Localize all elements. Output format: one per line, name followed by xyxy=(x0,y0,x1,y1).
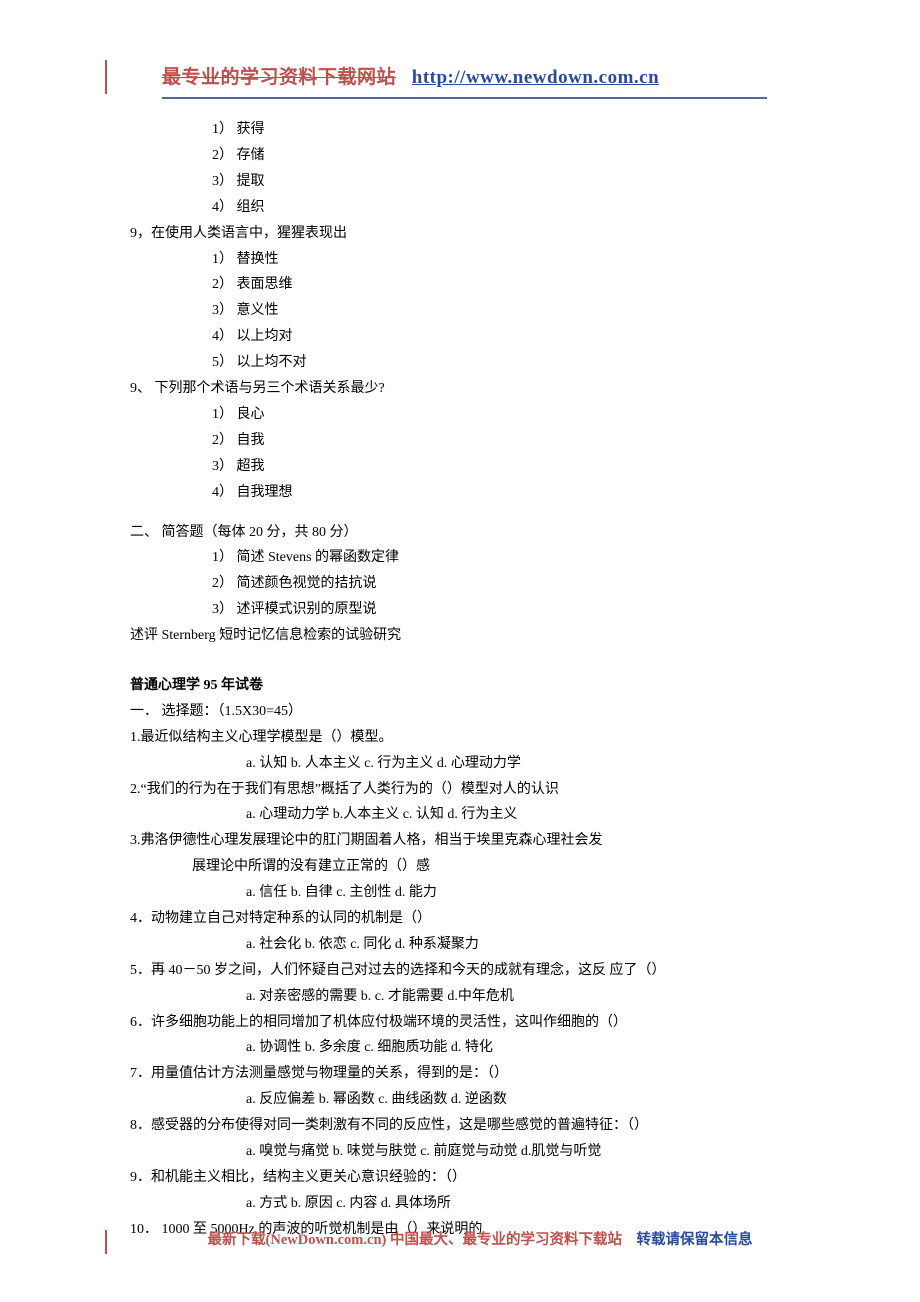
text-line: 3.弗洛伊德性心理发展理论中的肛门期固着人格，相当于埃里克森心理社会发 xyxy=(130,828,800,854)
text-line: a. 心理动力学 b.人本主义 c. 认知 d. 行为主义 xyxy=(130,802,800,828)
document-body: 1） 获得2） 存储3） 提取4） 组织9，在使用人类语言中，猩猩表现出1） 替… xyxy=(130,117,800,1242)
text-line: 2） 表面思维 xyxy=(130,272,800,298)
text-line: 述评 Sternberg 短时记忆信息检索的试验研究 xyxy=(130,623,800,649)
text-line: 1） 良心 xyxy=(130,402,800,428)
text-line: a. 认知 b. 人本主义 c. 行为主义 d. 心理动力学 xyxy=(130,751,800,777)
text-line: 1） 替换性 xyxy=(130,247,800,273)
text-line: 4） 以上均对 xyxy=(130,324,800,350)
text-line: 展理论中所谓的没有建立正常的（）感 xyxy=(130,854,800,880)
text-line: 1.最近似结构主义心理学模型是（）模型。 xyxy=(130,725,800,751)
text-line: 3） 提取 xyxy=(130,169,800,195)
text-line: 9、 下列那个术语与另三个术语关系最少? xyxy=(130,376,800,402)
text-line: 8．感受器的分布使得对同一类刺激有不同的反应性，这是哪些感觉的普遍特征：（） xyxy=(130,1113,800,1139)
text-line: 普通心理学 95 年试卷 xyxy=(130,673,800,699)
text-line: 2） 存储 xyxy=(130,143,800,169)
text-line: 3） 述评模式识别的原型说 xyxy=(130,597,800,623)
header-site-label: 最专业的学习资料下载网站 xyxy=(162,67,396,88)
text-line: 6．许多细胞功能上的相同增加了机体应付极端环境的灵活性，这叫作细胞的（） xyxy=(130,1010,800,1036)
text-line: 3） 意义性 xyxy=(130,298,800,324)
footer-text-2: 转载请保留本信息 xyxy=(636,1232,752,1248)
text-line: 4） 组织 xyxy=(130,195,800,221)
text-line: 4．动物建立自己对特定种系的认同的机制是（） xyxy=(130,906,800,932)
page-header: 最专业的学习资料下载网站 http://www.newdown.com.cn xyxy=(162,60,800,95)
text-line: 2） 自我 xyxy=(130,428,800,454)
text-line: a. 对亲密感的需要 b. c. 才能需要 d.中年危机 xyxy=(130,984,800,1010)
text-line: 3） 超我 xyxy=(130,454,800,480)
text-line: 7．用量值估计方法测量感觉与物理量的关系，得到的是：（） xyxy=(130,1061,800,1087)
text-line: a. 反应偏差 b. 幂函数 c. 曲线函数 d. 逆函数 xyxy=(130,1087,800,1113)
text-line: a. 嗅觉与痛觉 b. 味觉与肤觉 c. 前庭觉与动觉 d.肌觉与听觉 xyxy=(130,1139,800,1165)
text-line: 一． 选择题：（1.5X30=45） xyxy=(130,699,800,725)
left-margin-bar xyxy=(105,60,107,94)
header-underline xyxy=(162,97,767,99)
text-line: 二、 简答题（每体 20 分，共 80 分） xyxy=(130,520,800,546)
text-line: 4） 自我理想 xyxy=(130,480,800,506)
text-line: 5） 以上均不对 xyxy=(130,350,800,376)
text-line: 9，在使用人类语言中，猩猩表现出 xyxy=(130,221,800,247)
text-line: 1） 简述 Stevens 的幂函数定律 xyxy=(130,545,800,571)
footer-text-1: 最新下载(NewDown.com.cn) 中国最大、最专业的学习资料下载站 xyxy=(208,1232,622,1248)
text-line: 9．和机能主义相比，结构主义更关心意识经验的：（） xyxy=(130,1165,800,1191)
blank-line xyxy=(130,506,800,520)
left-margin-bar-footer xyxy=(105,1230,107,1254)
text-line: a. 协调性 b. 多余度 c. 细胞质功能 d. 特化 xyxy=(130,1035,800,1061)
blank-line xyxy=(130,649,800,663)
text-line: 2.“我们的行为在于我们有思想”概括了人类行为的（）模型对人的认识 xyxy=(130,777,800,803)
text-line: 5．再 40－50 岁之间，人们怀疑自己对过去的选择和今天的成就有理念，这反 应… xyxy=(130,958,800,984)
header-url[interactable]: http://www.newdown.com.cn xyxy=(412,67,659,88)
text-line: a. 方式 b. 原因 c. 内容 d. 具体场所 xyxy=(130,1191,800,1217)
text-line: 2） 简述颜色视觉的拮抗说 xyxy=(130,571,800,597)
text-line: 1） 获得 xyxy=(130,117,800,143)
page-footer: 最新下载(NewDown.com.cn) 中国最大、最专业的学习资料下载站 转载… xyxy=(130,1227,830,1254)
text-line: a. 信任 b. 自律 c. 主创性 d. 能力 xyxy=(130,880,800,906)
text-line: a. 社会化 b. 依恋 c. 同化 d. 种系凝聚力 xyxy=(130,932,800,958)
